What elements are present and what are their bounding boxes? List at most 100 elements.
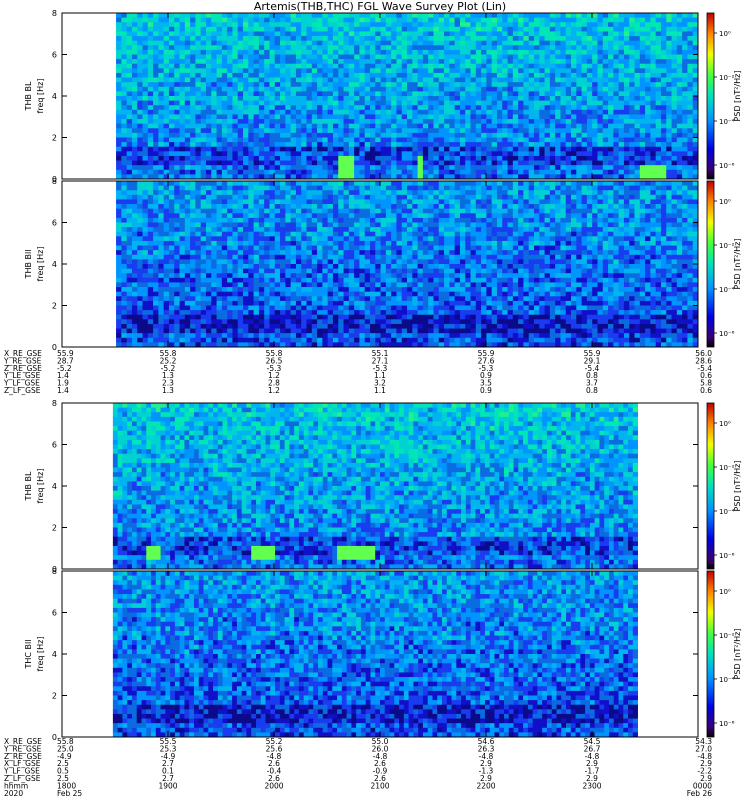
heatmap-cell bbox=[512, 114, 519, 120]
heatmap-cell bbox=[206, 128, 212, 134]
heatmap-cell bbox=[227, 59, 233, 65]
heatmap-cell bbox=[613, 114, 620, 120]
heatmap-cell bbox=[491, 17, 498, 23]
heatmap-cell bbox=[518, 31, 524, 37]
heatmap-cell bbox=[200, 287, 207, 293]
heatmap-cell bbox=[565, 96, 572, 102]
heatmap-cell bbox=[232, 105, 239, 111]
heatmap-cell bbox=[375, 77, 381, 83]
heatmap-cell bbox=[549, 119, 556, 125]
heatmap-cell bbox=[412, 13, 419, 19]
heatmap-cell bbox=[216, 337, 223, 343]
heatmap-cell bbox=[412, 86, 419, 92]
heatmap-cell bbox=[650, 45, 657, 51]
heatmap-cell bbox=[491, 63, 498, 69]
heatmap-cell bbox=[285, 40, 292, 46]
heatmap-cell bbox=[417, 63, 424, 69]
heatmap-cell bbox=[174, 287, 180, 293]
heatmap-cell bbox=[438, 96, 445, 102]
heatmap-cell bbox=[502, 137, 508, 143]
heatmap-cell bbox=[295, 142, 302, 148]
heatmap-cell bbox=[168, 337, 175, 343]
heatmap-cell bbox=[634, 49, 641, 55]
heatmap-cell bbox=[174, 68, 180, 74]
heatmap-cell bbox=[280, 82, 286, 88]
heatmap-cell bbox=[248, 72, 255, 78]
heatmap-cell bbox=[671, 165, 678, 171]
heatmap-cell bbox=[200, 323, 207, 329]
heatmap-cell bbox=[655, 17, 662, 23]
heatmap-cell bbox=[116, 268, 122, 274]
heatmap-cell bbox=[459, 100, 466, 106]
heatmap-cell bbox=[650, 119, 657, 125]
heatmap-cell bbox=[174, 305, 180, 311]
heatmap-cell bbox=[221, 119, 228, 125]
heatmap-cell bbox=[396, 72, 403, 78]
heatmap-cell bbox=[206, 100, 212, 106]
heatmap-cell bbox=[475, 77, 482, 83]
heatmap-cell bbox=[248, 105, 255, 111]
heatmap-cell bbox=[190, 45, 196, 51]
heatmap-cell bbox=[121, 250, 128, 256]
heatmap-cell bbox=[380, 114, 387, 120]
heatmap-cell bbox=[290, 17, 297, 23]
heatmap-cell bbox=[555, 77, 561, 83]
heatmap-cell bbox=[142, 190, 149, 196]
heatmap-cell bbox=[608, 31, 614, 37]
heatmap-cell bbox=[311, 123, 318, 129]
heatmap-cell bbox=[676, 72, 683, 78]
heatmap-cell bbox=[327, 31, 334, 37]
heatmap-cell bbox=[121, 137, 128, 143]
heatmap-cell bbox=[576, 132, 583, 138]
heatmap-cell bbox=[576, 26, 583, 32]
heatmap-cell bbox=[211, 91, 217, 97]
heatmap-cell bbox=[623, 36, 630, 42]
heatmap-cell bbox=[385, 26, 392, 32]
heatmap-cell bbox=[137, 160, 143, 166]
heatmap-cell bbox=[354, 68, 360, 74]
heatmap-cell bbox=[137, 165, 143, 171]
heatmap-cell bbox=[158, 132, 165, 138]
heatmap-cell bbox=[195, 333, 202, 339]
heatmap-cell bbox=[195, 40, 202, 46]
heatmap-cell bbox=[370, 31, 376, 37]
heatmap-cell bbox=[576, 49, 583, 55]
heatmap-cell bbox=[539, 17, 545, 23]
heatmap-cell bbox=[274, 142, 281, 148]
heatmap-cell bbox=[221, 305, 228, 311]
heatmap-cell bbox=[608, 54, 614, 60]
heatmap-cell bbox=[269, 31, 276, 37]
heatmap-cell bbox=[184, 236, 191, 242]
heatmap-cell bbox=[142, 49, 149, 55]
heatmap-cell bbox=[121, 54, 128, 60]
heatmap-cell bbox=[618, 105, 625, 111]
heatmap-cell bbox=[359, 155, 366, 161]
heatmap-cell bbox=[221, 259, 228, 265]
heatmap-cell bbox=[444, 96, 450, 102]
heatmap-cell bbox=[121, 213, 128, 219]
heatmap-cell bbox=[433, 45, 440, 51]
heatmap-cell bbox=[126, 100, 133, 106]
heatmap-cell bbox=[639, 13, 646, 19]
heatmap-cell bbox=[391, 146, 397, 152]
heatmap-cell bbox=[317, 26, 323, 32]
heatmap-cell bbox=[232, 91, 239, 97]
heatmap-cell bbox=[227, 291, 233, 297]
heatmap-cell bbox=[168, 282, 175, 288]
heatmap-cell bbox=[253, 185, 260, 191]
heatmap-cell bbox=[401, 82, 408, 88]
heatmap-cell bbox=[131, 165, 138, 171]
heatmap-cell bbox=[375, 26, 381, 32]
heatmap-cell bbox=[153, 264, 159, 270]
heatmap-cell bbox=[243, 142, 249, 148]
heatmap-cell bbox=[179, 227, 186, 233]
heatmap-cell bbox=[301, 82, 307, 88]
heatmap-cell bbox=[544, 165, 551, 171]
heatmap-cell bbox=[534, 146, 540, 152]
heatmap-cell bbox=[126, 155, 133, 161]
heatmap-cell bbox=[560, 91, 567, 97]
heatmap-cell bbox=[470, 91, 477, 97]
heatmap-cell bbox=[163, 146, 170, 152]
heatmap-cell bbox=[507, 40, 514, 46]
heatmap-cell bbox=[248, 208, 255, 214]
